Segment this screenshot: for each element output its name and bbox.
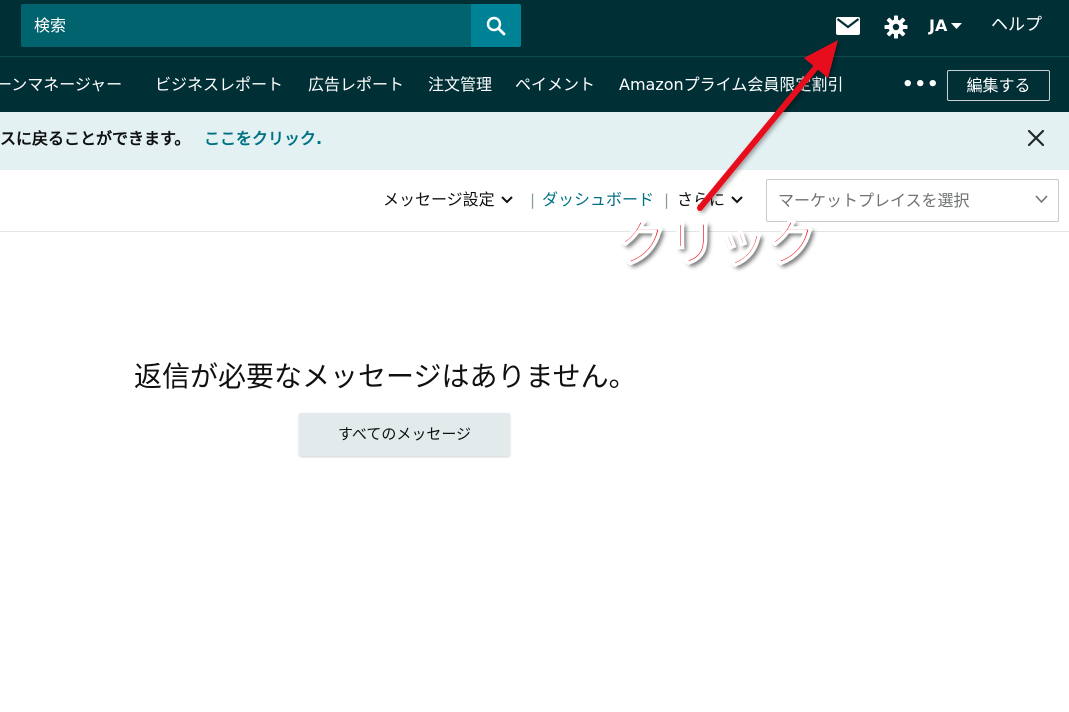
search-button[interactable] [471,4,521,47]
nav-item-manager[interactable]: ーンマネージャー [0,74,122,96]
language-selector[interactable]: JA [929,15,963,37]
more-menu-button[interactable]: ••• [902,75,940,95]
chevron-down-icon [731,196,743,204]
search-placeholder: 検索 [34,16,67,35]
close-icon[interactable] [1026,128,1046,148]
nav-item-business-reports[interactable]: ビジネスレポート [155,74,283,96]
nav-item-orders[interactable]: 注文管理 [428,74,492,96]
empty-state-message: 返信が必要なメッセージはありません。 [134,360,637,393]
banner-link-suffix: . [316,129,323,148]
nav-item-prime-discount[interactable]: Amazonプライム会員限定割引 [619,74,843,96]
more-label: さらに [677,190,726,209]
marketplace-placeholder: マーケットプレイスを選択 [778,191,970,210]
gear-icon[interactable] [882,13,909,40]
toolbar-separator: | [530,191,536,209]
main-nav: ーンマネージャー ビジネスレポート 広告レポート 注文管理 ペイメント Amaz… [0,56,1069,112]
all-messages-button[interactable]: すべてのメッセージ [299,413,510,456]
nav-item-payments[interactable]: ペイメント [515,74,595,96]
search-icon [486,16,506,35]
mail-icon[interactable] [834,14,861,38]
chevron-down-icon [1035,195,1048,204]
edit-button[interactable]: 編集する [947,70,1050,101]
annotation-label: クリック [616,214,818,274]
dashboard-link[interactable]: ダッシュボード [542,189,654,211]
search-input[interactable]: 検索 [21,4,471,47]
caret-down-icon [951,22,963,29]
notice-banner: スに戻ることができます。 ここをクリック. [0,112,1069,170]
toolbar-separator: | [664,191,670,209]
language-label: JA [929,16,948,35]
banner-message: スに戻ることができます。 ここをクリック. [0,128,322,150]
page: 検索 JA ヘルプ ーンマネージャー ビジネスレポート 広告レポート 注文管理 … [0,0,1069,712]
more-dropdown[interactable]: さらに [677,189,743,211]
message-toolbar: メッセージ設定 | ダッシュボード | さらに マーケットプレイスを選択 [0,170,1069,232]
message-settings-dropdown[interactable]: メッセージ設定 [383,189,513,211]
banner-link[interactable]: ここをクリック [204,129,316,148]
nav-item-ad-reports[interactable]: 広告レポート [308,74,404,96]
message-settings-label: メッセージ設定 [383,190,495,209]
banner-text: スに戻ることができます。 [0,129,191,148]
chevron-down-icon [500,196,513,204]
help-link[interactable]: ヘルプ [991,14,1042,36]
top-header: 検索 JA ヘルプ [0,0,1069,56]
